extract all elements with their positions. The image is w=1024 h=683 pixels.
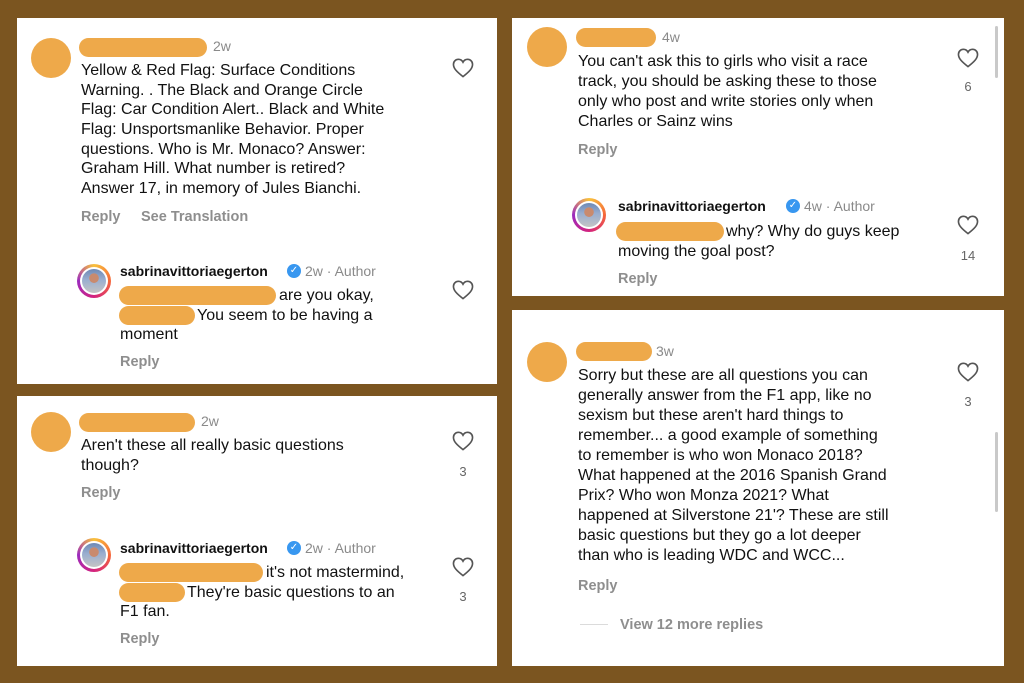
reply-line: moment (120, 326, 178, 343)
redacted-mention (616, 222, 724, 241)
comment-timestamp: 2w (201, 413, 219, 429)
comment-line: Yellow & Red Flag: Surface Conditions (81, 62, 356, 79)
comment-line: track, you should be asking these to tho… (578, 73, 877, 90)
verified-badge-icon: ✓ (287, 541, 301, 555)
reply-meta: 2w · Author (305, 263, 376, 279)
reply-line: it's not mastermind, (266, 564, 405, 581)
commenter-avatar[interactable] (527, 342, 567, 382)
reply-meta: 2w · Author (305, 540, 376, 556)
reply-line: are you okay, (279, 287, 374, 304)
reply-button[interactable]: Reply (81, 209, 121, 225)
reply-button[interactable]: Reply (120, 354, 160, 370)
redacted-username (79, 38, 207, 57)
redacted-mention (119, 563, 263, 582)
redacted-username (576, 342, 652, 361)
author-username[interactable]: sabrinavittoriaegerton (618, 198, 766, 214)
reply-line: You seem to be having a (197, 307, 373, 324)
comment-line: Sorry but these are all questions you ca… (578, 367, 868, 384)
comment-panel-2: 2w Aren't these all really basic questio… (17, 396, 497, 666)
like-count: 3 (459, 589, 467, 604)
like-count: 3 (459, 464, 467, 479)
heart-icon[interactable] (957, 362, 979, 382)
comment-timestamp: 3w (656, 343, 674, 359)
comment-line: though? (81, 457, 139, 474)
reply-button[interactable]: Reply (81, 485, 121, 501)
comment-panel-4: 3w Sorry but these are all questions you… (512, 310, 1004, 666)
comment-line: Prix? Who won Monza 2021? What (578, 487, 829, 504)
redacted-username (79, 413, 195, 432)
author-avatar[interactable] (572, 198, 606, 232)
heart-icon[interactable] (452, 58, 474, 78)
view-more-replies-button[interactable]: View 12 more replies (620, 617, 763, 633)
see-translation-button[interactable]: See Translation (141, 209, 248, 225)
comment-line: Flag: Car Condition Alert.. Black and Wh… (81, 101, 385, 118)
author-avatar[interactable] (77, 264, 111, 298)
reply-button[interactable]: Reply (578, 142, 618, 158)
comment-line: only who post and write stories only whe… (578, 93, 874, 110)
comment-line: Warning. . The Black and Orange Circle (81, 82, 363, 99)
comment-line: Aren't these all really basic questions (81, 437, 344, 454)
comment-line: sexism but these aren't hard things to (578, 407, 844, 424)
commenter-avatar[interactable] (527, 27, 567, 67)
reply-button[interactable]: Reply (618, 271, 658, 287)
heart-icon[interactable] (452, 557, 474, 577)
reply-meta: 4w · Author (804, 198, 875, 214)
comment-line: Answer 17, in memory of Jules Bianchi. (81, 180, 362, 197)
redacted-mention (119, 583, 185, 602)
comment-line: You can't ask this to girls who visit a … (578, 53, 868, 70)
comment-timestamp: 2w (213, 38, 231, 54)
scrollbar[interactable] (995, 432, 998, 512)
comment-line: Flag: Unsportsmanlike Behavior. Proper (81, 121, 364, 138)
comment-line: questions. Who is Mr. Monaco? Answer: (81, 141, 366, 158)
author-avatar[interactable] (77, 538, 111, 572)
comment-line: than who is leading WDC and WCC... (578, 547, 845, 564)
heart-icon[interactable] (957, 48, 979, 68)
heart-icon[interactable] (452, 431, 474, 451)
comment-line: happened at Silverstone 21'? These are s… (578, 507, 889, 524)
verified-badge-icon: ✓ (287, 264, 301, 278)
author-username[interactable]: sabrinavittoriaegerton (120, 540, 268, 556)
reply-line: They're basic questions to an (187, 584, 395, 601)
comment-line: remember... a good example of something (578, 427, 878, 444)
heart-icon[interactable] (957, 215, 979, 235)
comment-line: What happened at the 2016 Spanish Grand (578, 467, 887, 484)
scrollbar[interactable] (995, 26, 998, 78)
redacted-mention (119, 306, 195, 325)
reply-line: moving the goal post? (618, 243, 775, 260)
comment-timestamp: 4w (662, 29, 680, 45)
reply-line: why? Why do guys keep (726, 223, 900, 240)
reply-button[interactable]: Reply (578, 578, 618, 594)
commenter-avatar[interactable] (31, 412, 71, 452)
redacted-mention (119, 286, 276, 305)
comment-line: generally answer from the F1 app, like n… (578, 387, 872, 404)
comment-panel-1: 2w Yellow & Red Flag: Surface Conditions… (17, 18, 497, 384)
comment-panel-3: 4w You can't ask this to girls who visit… (512, 18, 1004, 296)
reply-line: F1 fan. (120, 603, 170, 620)
comment-line: Graham Hill. What number is retired? (81, 160, 346, 177)
reply-button[interactable]: Reply (120, 631, 160, 647)
like-count: 14 (960, 248, 976, 263)
commenter-avatar[interactable] (31, 38, 71, 78)
verified-badge-icon: ✓ (786, 199, 800, 213)
redacted-username (576, 28, 656, 47)
comment-line: Charles or Sainz wins (578, 113, 733, 130)
like-count: 6 (964, 79, 972, 94)
author-username[interactable]: sabrinavittoriaegerton (120, 263, 268, 279)
comment-line: to remember is who won Monaco 2018? (578, 447, 863, 464)
heart-icon[interactable] (452, 280, 474, 300)
view-replies-divider (580, 624, 608, 625)
comment-line: basic questions but they go a lot deeper (578, 527, 861, 544)
like-count: 3 (964, 394, 972, 409)
